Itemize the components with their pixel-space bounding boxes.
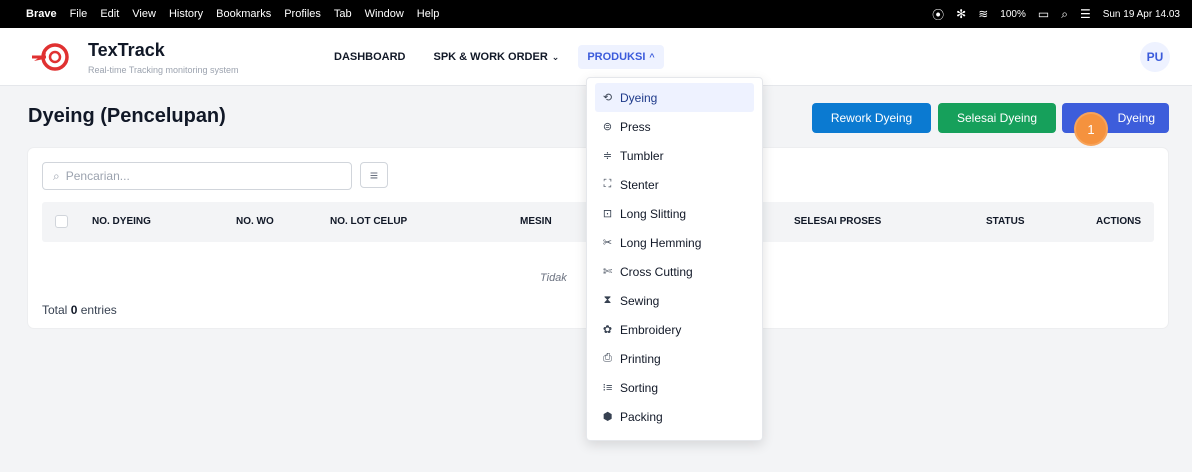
- column-actions[interactable]: ACTIONS: [1096, 216, 1141, 227]
- column-no-wo[interactable]: NO. WO: [236, 216, 274, 227]
- nav-spk-label: SPK & WORK ORDER: [433, 51, 548, 63]
- chevron-up-icon: ^: [649, 52, 655, 62]
- menu-item-tumbler[interactable]: ≑ Tumbler: [595, 141, 754, 170]
- brand-name[interactable]: TexTrack: [88, 40, 165, 61]
- menu-view[interactable]: View: [132, 8, 156, 20]
- menu-bookmarks[interactable]: Bookmarks: [216, 8, 271, 20]
- embroidery-icon: ✿: [602, 324, 613, 336]
- bluetooth-icon[interactable]: ✻: [956, 7, 966, 21]
- menu-item-label: Long Slitting: [620, 206, 687, 221]
- menu-profiles[interactable]: Profiles: [284, 8, 321, 20]
- menu-item-label: Stenter: [620, 177, 659, 192]
- menu-app-name[interactable]: Brave: [26, 8, 57, 20]
- menu-item-dyeing[interactable]: ⟲ Dyeing: [595, 83, 754, 112]
- printer-icon: ⎙: [603, 352, 612, 364]
- sorting-icon: ⁝≡: [602, 382, 613, 394]
- system-menu-bar: Brave File Edit View History Bookmarks P…: [0, 0, 1192, 28]
- record-icon[interactable]: ⦿: [932, 6, 944, 23]
- total-prefix: Total: [42, 303, 68, 317]
- rework-dyeing-button[interactable]: Rework Dyeing: [812, 103, 931, 133]
- menu-item-press[interactable]: ⊜ Press: [595, 112, 754, 141]
- column-no-dyeing[interactable]: NO. DYEING: [92, 216, 151, 227]
- menu-item-label: Embroidery: [620, 322, 682, 337]
- spotlight-search-icon[interactable]: ⌕: [1061, 7, 1068, 22]
- search-icon: ⌕: [53, 168, 60, 183]
- filter-icon: ≡: [369, 167, 379, 183]
- menu-item-cross-cutting[interactable]: ✄ Cross Cutting: [595, 257, 754, 286]
- menu-item-label: Tumbler: [620, 148, 664, 163]
- menu-item-label: Cross Cutting: [620, 264, 693, 279]
- produksi-dropdown-menu: ⟲ Dyeing ⊜ Press ≑ Tumbler ⛶ Stenter ⊡ L…: [586, 77, 763, 441]
- sewing-icon: ⧗: [603, 294, 612, 306]
- nav-dashboard-label: DASHBOARD: [334, 51, 406, 63]
- chevron-down-icon: ⌄: [551, 51, 560, 62]
- total-count: 0: [70, 303, 78, 317]
- battery-percentage[interactable]: 100%: [1000, 9, 1026, 20]
- menu-item-label: Sorting: [620, 380, 659, 395]
- scissors-icon: ✂: [602, 237, 613, 249]
- menu-window[interactable]: Window: [365, 8, 404, 20]
- nav-produksi[interactable]: PRODUKSI ^: [578, 45, 664, 69]
- menu-item-sewing[interactable]: ⧗ Sewing: [595, 286, 754, 315]
- filter-button[interactable]: ≡: [360, 162, 388, 188]
- nav-spk-work-order[interactable]: SPK & WORK ORDER ⌄: [425, 45, 569, 69]
- user-avatar[interactable]: PU: [1140, 42, 1170, 72]
- cutting-icon: ✄: [602, 266, 613, 278]
- menu-item-sorting[interactable]: ⁝≡ Sorting: [595, 373, 754, 402]
- menu-help[interactable]: Help: [417, 8, 440, 20]
- column-status[interactable]: STATUS: [986, 216, 1025, 227]
- empty-table-message: Tidak: [540, 272, 567, 284]
- total-suffix: entries: [80, 303, 117, 317]
- menu-item-packing[interactable]: ⬢ Packing: [595, 402, 754, 431]
- menu-history[interactable]: History: [169, 8, 203, 20]
- tumbler-icon: ≑: [602, 150, 613, 162]
- selesai-dyeing-button[interactable]: Selesai Dyeing: [938, 103, 1056, 133]
- menu-tab[interactable]: Tab: [334, 8, 352, 20]
- battery-icon[interactable]: ▭: [1038, 7, 1049, 21]
- search-input[interactable]: [65, 169, 326, 183]
- menu-item-long-hemming[interactable]: ✂ Long Hemming: [595, 228, 754, 257]
- menu-item-label: Packing: [620, 409, 663, 424]
- nav-dashboard[interactable]: DASHBOARD: [325, 45, 415, 69]
- menu-item-label: Press: [620, 119, 651, 134]
- total-entries: Total 0 entries: [42, 303, 117, 317]
- search-box[interactable]: ⌕: [42, 162, 352, 190]
- menu-item-stenter[interactable]: ⛶ Stenter: [595, 170, 754, 199]
- stenter-icon: ⛶: [603, 178, 612, 190]
- page-title: Dyeing (Pencelupan): [28, 105, 226, 127]
- wifi-icon[interactable]: ≋: [978, 7, 988, 21]
- column-no-lot-celup[interactable]: NO. LOT CELUP: [330, 216, 407, 227]
- menu-item-label: Sewing: [620, 293, 660, 308]
- step-marker-badge: 1: [1074, 112, 1108, 146]
- textrack-logo-icon[interactable]: [32, 39, 74, 75]
- press-icon: ⊜: [602, 121, 613, 133]
- nav-produksi-label: PRODUKSI: [587, 51, 646, 63]
- brand-tagline: Real-time Tracking monitoring system: [88, 65, 239, 75]
- menubar-status-area: ⦿ ✻ ≋ 100% ▭ ⌕ ☰ Sun 19 Apr 14.03: [932, 6, 1180, 23]
- package-icon: ⬢: [602, 411, 613, 423]
- menu-item-label: Printing: [620, 351, 661, 366]
- control-center-icon[interactable]: ☰: [1080, 7, 1091, 21]
- menu-item-label: Long Hemming: [620, 235, 702, 250]
- column-mesin[interactable]: MESIN: [520, 216, 552, 227]
- slitting-icon: ⊡: [602, 208, 613, 220]
- menu-item-long-slitting[interactable]: ⊡ Long Slitting: [595, 199, 754, 228]
- menu-item-embroidery[interactable]: ✿ Embroidery: [595, 315, 754, 344]
- menubar-clock[interactable]: Sun 19 Apr 14.03: [1103, 9, 1180, 20]
- menu-item-printing[interactable]: ⎙ Printing: [595, 344, 754, 373]
- dyeing-icon: ⟲: [602, 92, 613, 104]
- column-selesai-proses[interactable]: SELESAI PROSES: [794, 216, 881, 227]
- menu-item-label: Dyeing: [620, 90, 658, 105]
- menu-file[interactable]: File: [70, 8, 88, 20]
- select-all-checkbox[interactable]: [55, 215, 68, 228]
- menu-edit[interactable]: Edit: [100, 8, 119, 20]
